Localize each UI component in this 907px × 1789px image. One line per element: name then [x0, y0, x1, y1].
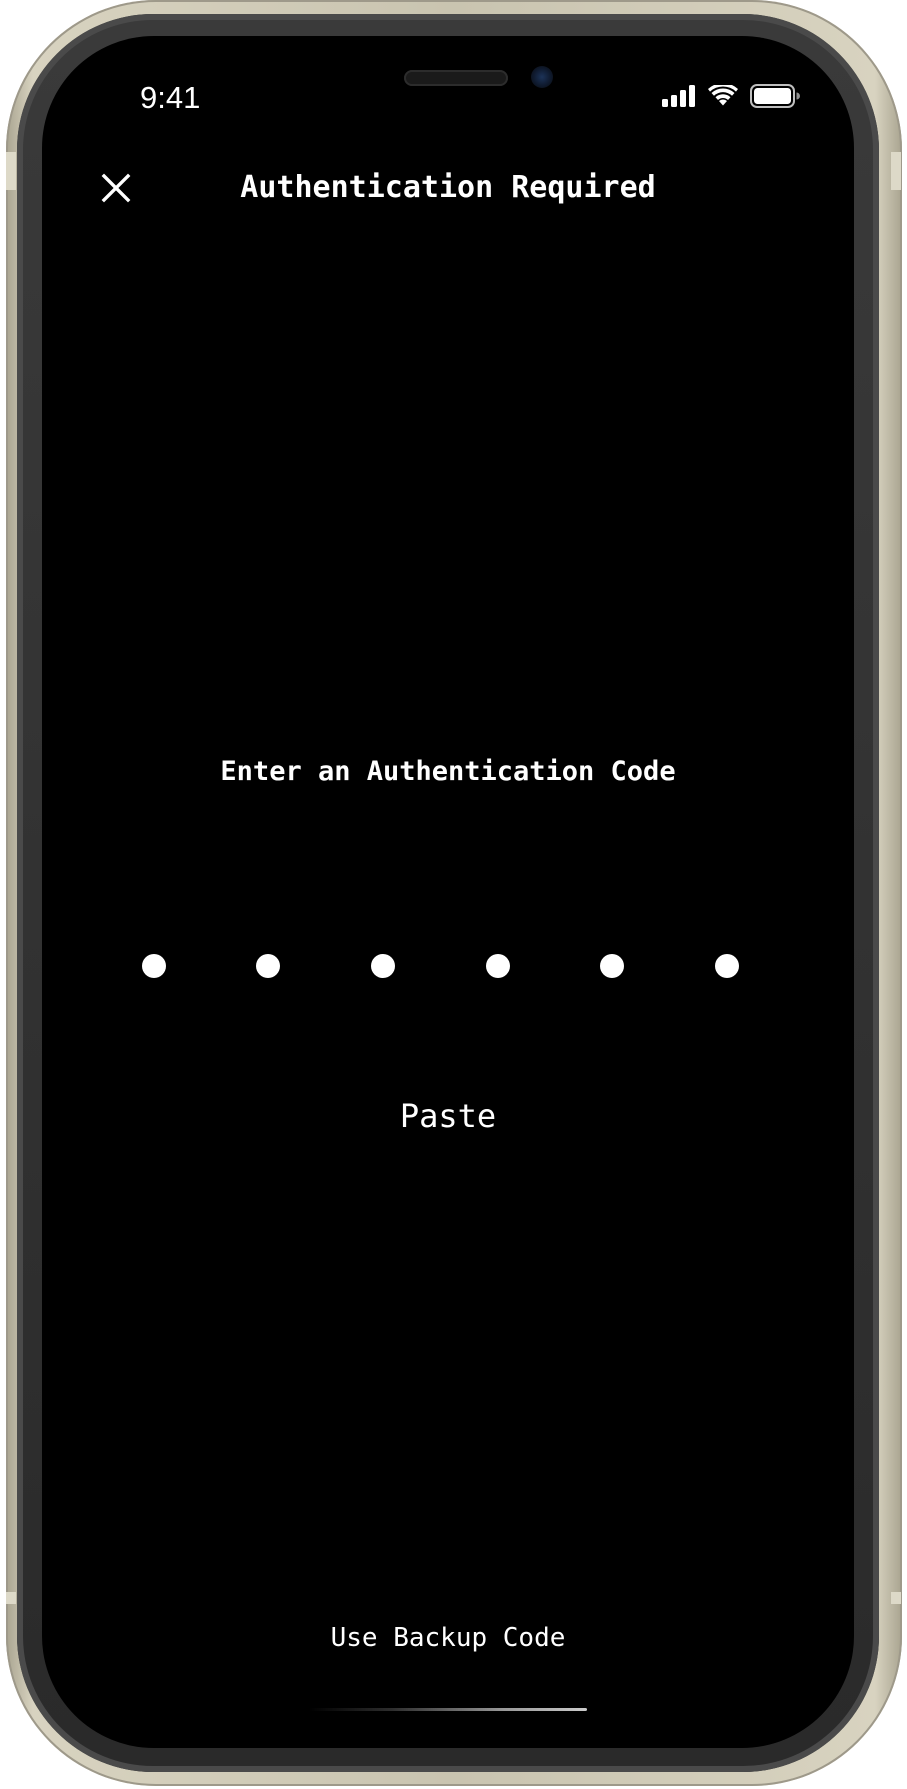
- signal-icon: [662, 85, 695, 107]
- page-title: Authentication Required: [240, 170, 656, 205]
- code-digit-placeholder: [600, 954, 624, 978]
- front-camera: [531, 66, 553, 88]
- phone-screen: 9:41 Authentication Required Enter an Au…: [42, 36, 854, 1748]
- code-input[interactable]: [42, 954, 854, 984]
- battery-icon: [750, 84, 800, 108]
- code-digit-placeholder: [256, 954, 280, 978]
- use-backup-code-button[interactable]: Use Backup Code: [248, 1616, 648, 1660]
- device-side-button-right: [891, 152, 901, 190]
- code-digit-placeholder: [142, 954, 166, 978]
- code-digit-placeholder: [715, 954, 739, 978]
- device-side-button-right-lower: [891, 1592, 901, 1604]
- status-icons: [662, 84, 800, 108]
- speaker-grille: [404, 70, 508, 86]
- home-indicator: [309, 1708, 587, 1711]
- status-time: 9:41: [140, 80, 201, 115]
- code-prompt: Enter an Authentication Code: [220, 756, 676, 787]
- paste-button[interactable]: Paste: [348, 1090, 548, 1142]
- device-side-button-left-lower: [6, 1592, 16, 1604]
- device-side-button-left: [6, 152, 16, 190]
- code-digit-placeholder: [371, 954, 395, 978]
- wifi-icon: [708, 85, 738, 106]
- code-digit-placeholder: [486, 954, 510, 978]
